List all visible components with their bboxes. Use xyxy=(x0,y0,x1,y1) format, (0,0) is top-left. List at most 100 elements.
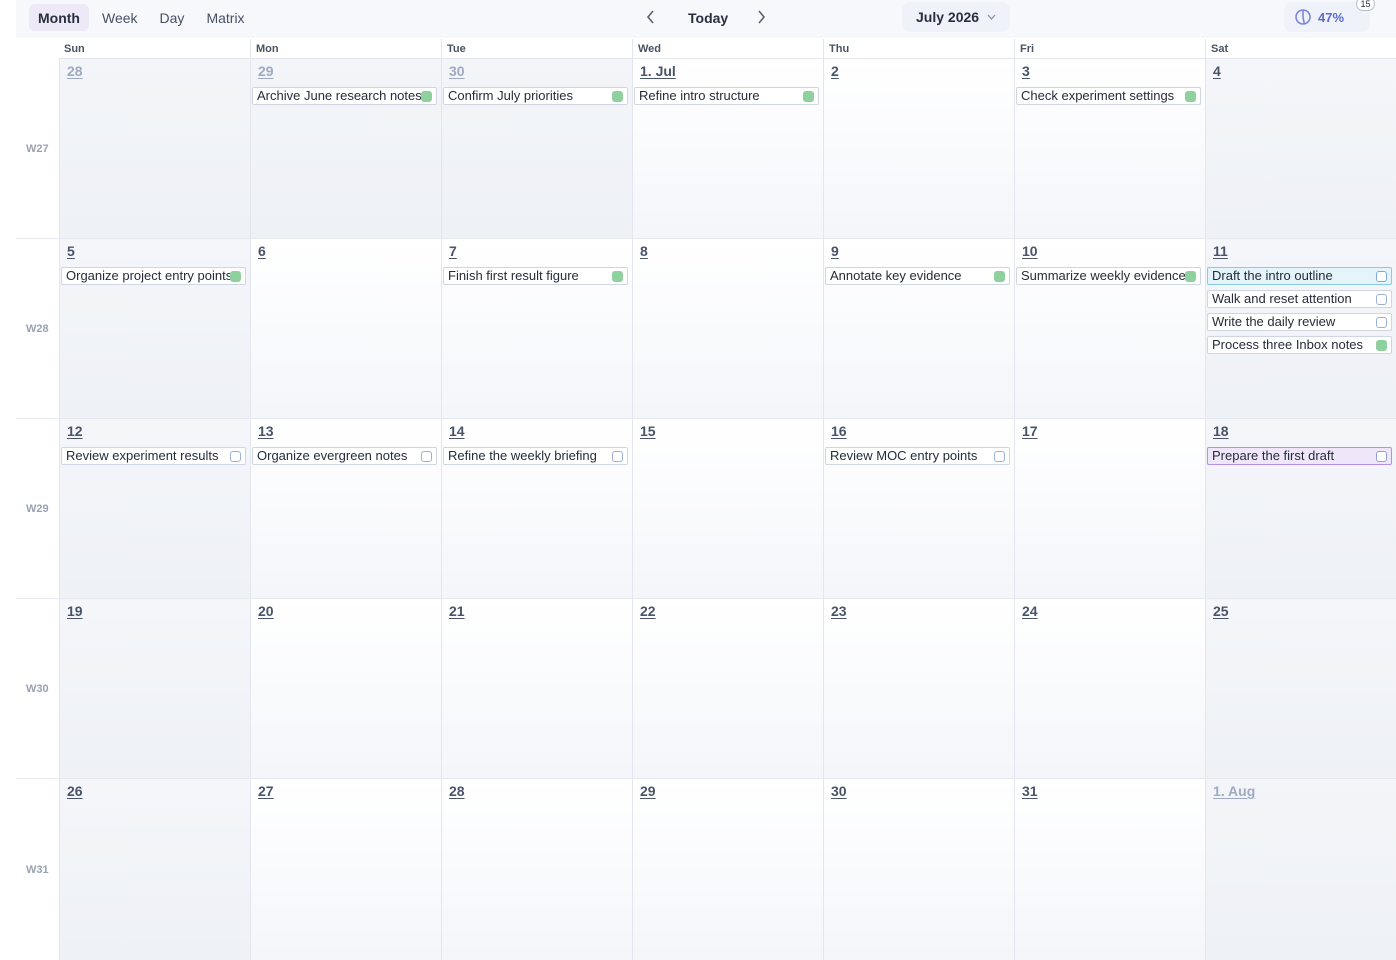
day-number-link[interactable]: 19 xyxy=(67,603,83,619)
day-cell[interactable]: 27 xyxy=(250,779,441,960)
task-checkbox[interactable] xyxy=(1376,317,1387,328)
day-cell[interactable]: 24 xyxy=(1014,599,1205,778)
task-checkbox[interactable] xyxy=(612,271,623,282)
day-number-link[interactable]: 7 xyxy=(449,243,457,259)
day-number-link[interactable]: 24 xyxy=(1022,603,1038,619)
day-number-link[interactable]: 8 xyxy=(640,243,648,259)
day-cell[interactable]: 30 Confirm July priorities xyxy=(441,59,632,238)
task-item[interactable]: Walk and reset attention xyxy=(1207,290,1392,308)
task-item[interactable]: Refine the weekly briefing xyxy=(443,447,628,465)
day-cell[interactable]: 28 xyxy=(441,779,632,960)
day-number-link[interactable]: 2 xyxy=(831,63,839,79)
day-number-link[interactable]: 13 xyxy=(258,423,274,439)
day-number-link[interactable]: 28 xyxy=(449,783,465,799)
day-number-link[interactable]: 30 xyxy=(831,783,847,799)
day-number-link[interactable]: 4 xyxy=(1213,63,1221,79)
day-cell[interactable]: 23 xyxy=(823,599,1014,778)
day-number-link[interactable]: 15 xyxy=(640,423,656,439)
task-checkbox[interactable] xyxy=(1376,294,1387,305)
day-number-link[interactable]: 1. Aug xyxy=(1213,783,1255,799)
day-cell[interactable]: 15 xyxy=(632,419,823,598)
day-number-link[interactable]: 17 xyxy=(1022,423,1038,439)
task-checkbox[interactable] xyxy=(994,271,1005,282)
task-item[interactable]: Prepare the first draft xyxy=(1207,447,1392,465)
task-checkbox[interactable] xyxy=(1185,271,1196,282)
day-number-link[interactable]: 23 xyxy=(831,603,847,619)
week-number[interactable]: W29 xyxy=(16,419,59,598)
task-item[interactable]: Organize project entry points xyxy=(61,267,246,285)
day-number-link[interactable]: 3 xyxy=(1022,63,1030,79)
day-cell[interactable]: 8 xyxy=(632,239,823,418)
day-cell[interactable]: 31 xyxy=(1014,779,1205,960)
view-month-button[interactable]: Month xyxy=(29,4,89,31)
day-number-link[interactable]: 16 xyxy=(831,423,847,439)
day-number-link[interactable]: 9 xyxy=(831,243,839,259)
day-cell[interactable]: 7 Finish first result figure xyxy=(441,239,632,418)
task-checkbox[interactable] xyxy=(1376,451,1387,462)
day-cell[interactable]: 30 xyxy=(823,779,1014,960)
task-item[interactable]: Confirm July priorities xyxy=(443,87,628,105)
day-cell[interactable]: 9 Annotate key evidence xyxy=(823,239,1014,418)
day-cell[interactable]: 2 xyxy=(823,59,1014,238)
day-cell[interactable]: 22 xyxy=(632,599,823,778)
day-number-link[interactable]: 12 xyxy=(67,423,83,439)
day-cell[interactable]: 20 xyxy=(250,599,441,778)
task-item[interactable]: Write the daily review xyxy=(1207,313,1392,331)
task-checkbox[interactable] xyxy=(421,451,432,462)
day-number-link[interactable]: 20 xyxy=(258,603,274,619)
day-number-link[interactable]: 28 xyxy=(67,63,83,79)
day-number-link[interactable]: 31 xyxy=(1022,783,1038,799)
task-item[interactable]: Archive June research notes xyxy=(252,87,437,105)
task-checkbox[interactable] xyxy=(1376,340,1387,351)
day-number-link[interactable]: 18 xyxy=(1213,423,1229,439)
task-item[interactable]: Check experiment settings xyxy=(1016,87,1201,105)
day-number-link[interactable]: 29 xyxy=(258,63,274,79)
day-number-link[interactable]: 21 xyxy=(449,603,465,619)
day-cell[interactable]: 10 Summarize weekly evidence xyxy=(1014,239,1205,418)
day-cell[interactable]: 5 Organize project entry points xyxy=(59,239,250,418)
task-checkbox[interactable] xyxy=(230,271,241,282)
day-number-link[interactable]: 26 xyxy=(67,783,83,799)
day-cell[interactable]: 11 Draft the intro outline Walk and reset … xyxy=(1205,239,1396,418)
day-number-link[interactable]: 11 xyxy=(1213,243,1228,259)
view-matrix-button[interactable]: Matrix xyxy=(197,4,253,31)
day-cell[interactable]: 14 Refine the weekly briefing xyxy=(441,419,632,598)
day-number-link[interactable]: 6 xyxy=(258,243,266,259)
day-cell[interactable]: 29 Archive June research notes xyxy=(250,59,441,238)
today-button[interactable]: Today xyxy=(680,4,736,31)
day-cell[interactable]: 17 xyxy=(1014,419,1205,598)
day-cell[interactable]: 13 Organize evergreen notes xyxy=(250,419,441,598)
view-day-button[interactable]: Day xyxy=(151,4,194,31)
day-number-link[interactable]: 5 xyxy=(67,243,75,259)
task-checkbox[interactable] xyxy=(612,91,623,102)
task-item[interactable]: Summarize weekly evidence xyxy=(1016,267,1201,285)
task-item[interactable]: Finish first result figure xyxy=(443,267,628,285)
day-number-link[interactable]: 14 xyxy=(449,423,465,439)
day-number-link[interactable]: 10 xyxy=(1022,243,1038,259)
task-item[interactable]: Process three Inbox notes xyxy=(1207,336,1392,354)
task-checkbox[interactable] xyxy=(994,451,1005,462)
task-item[interactable]: Draft the intro outline xyxy=(1207,267,1392,285)
week-number[interactable]: W30 xyxy=(16,599,59,778)
day-cell[interactable]: 29 xyxy=(632,779,823,960)
day-number-link[interactable]: 30 xyxy=(449,63,465,79)
task-checkbox[interactable] xyxy=(803,91,814,102)
day-number-link[interactable]: 25 xyxy=(1213,603,1229,619)
day-cell[interactable]: 18 Prepare the first draft xyxy=(1205,419,1396,598)
month-picker[interactable]: July 2026 xyxy=(902,2,1011,32)
task-checkbox[interactable] xyxy=(230,451,241,462)
task-item[interactable]: Organize evergreen notes xyxy=(252,447,437,465)
task-checkbox[interactable] xyxy=(612,451,623,462)
day-cell[interactable]: 6 xyxy=(250,239,441,418)
day-cell[interactable]: 12 Review experiment results xyxy=(59,419,250,598)
week-number[interactable]: W27 xyxy=(16,59,59,238)
day-cell[interactable]: 4 xyxy=(1205,59,1396,238)
task-item[interactable]: Review experiment results xyxy=(61,447,246,465)
day-cell[interactable]: 16 Review MOC entry points xyxy=(823,419,1014,598)
day-number-link[interactable]: 1. Jul xyxy=(640,63,676,79)
task-checkbox[interactable] xyxy=(1185,91,1196,102)
task-item[interactable]: Refine intro structure xyxy=(634,87,819,105)
day-cell[interactable]: 3 Check experiment settings xyxy=(1014,59,1205,238)
day-cell[interactable]: 19 xyxy=(59,599,250,778)
chevron-left-icon[interactable] xyxy=(640,6,662,28)
